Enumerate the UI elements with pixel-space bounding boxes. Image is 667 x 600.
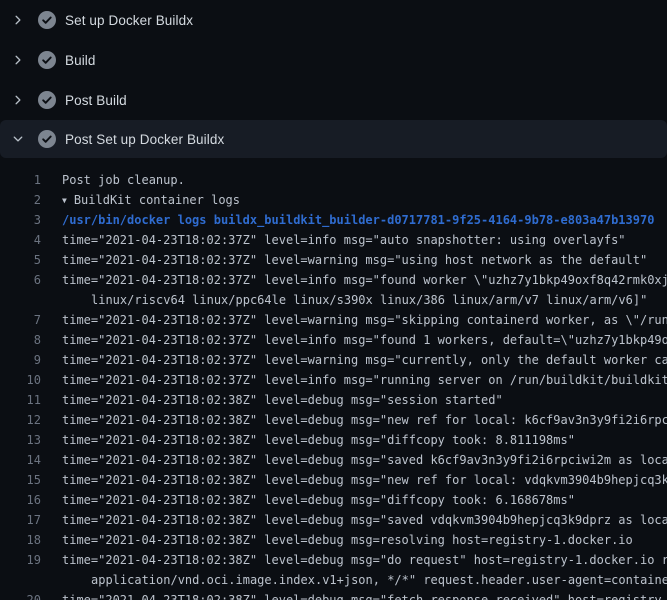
log-line: 14time="2021-04-23T18:02:38Z" level=debu… xyxy=(0,450,667,470)
log-line: 16time="2021-04-23T18:02:38Z" level=debu… xyxy=(0,490,667,510)
step-label: Build xyxy=(65,53,96,68)
log-line: 12time="2021-04-23T18:02:38Z" level=debu… xyxy=(0,410,667,430)
step-row-post-build[interactable]: Post Build xyxy=(0,80,667,120)
log-line: 1Post job cleanup. xyxy=(0,170,667,190)
log-text: time="2021-04-23T18:02:37Z" level=info m… xyxy=(41,230,626,250)
log-line: 11time="2021-04-23T18:02:38Z" level=debu… xyxy=(0,390,667,410)
chevron-right-icon[interactable] xyxy=(12,94,24,106)
log-text: time="2021-04-23T18:02:37Z" level=info m… xyxy=(41,370,667,390)
log-text: linux/riscv64 linux/ppc64le linux/s390x … xyxy=(41,290,647,310)
log-line-number[interactable]: 3 xyxy=(0,210,41,230)
log-line: 19time="2021-04-23T18:02:38Z" level=debu… xyxy=(0,550,667,570)
log-text: application/vnd.oci.image.index.v1+json,… xyxy=(41,570,667,590)
log-command-text: /usr/bin/docker logs buildx_buildkit_bui… xyxy=(41,210,654,230)
log-text: time="2021-04-23T18:02:37Z" level=warnin… xyxy=(41,250,647,270)
log-line-number[interactable]: 15 xyxy=(0,470,41,490)
log-line-number[interactable]: 12 xyxy=(0,410,41,430)
check-circle-icon xyxy=(38,91,56,109)
log-line: 5time="2021-04-23T18:02:37Z" level=warni… xyxy=(0,250,667,270)
log-text: time="2021-04-23T18:02:38Z" level=debug … xyxy=(41,530,633,550)
log-line-number[interactable]: 1 xyxy=(0,170,41,190)
log-line: 13time="2021-04-23T18:02:38Z" level=debu… xyxy=(0,430,667,450)
log-text: time="2021-04-23T18:02:38Z" level=debug … xyxy=(41,550,667,570)
log-line-number xyxy=(0,570,41,590)
log-group-title[interactable]: ▼ BuildKit container logs xyxy=(41,190,240,210)
log-text: time="2021-04-23T18:02:38Z" level=debug … xyxy=(41,490,575,510)
check-circle-icon xyxy=(38,130,56,148)
log-text: time="2021-04-23T18:02:38Z" level=debug … xyxy=(41,390,503,410)
log-line-continuation: linux/riscv64 linux/ppc64le linux/s390x … xyxy=(0,290,667,310)
log-line-number[interactable]: 17 xyxy=(0,510,41,530)
log-line-number[interactable]: 8 xyxy=(0,330,41,350)
log-text: time="2021-04-23T18:02:38Z" level=debug … xyxy=(41,470,667,490)
log-line-number[interactable]: 14 xyxy=(0,450,41,470)
log-line: 20time="2021-04-23T18:02:38Z" level=debu… xyxy=(0,590,667,600)
log-line-number[interactable]: 2 xyxy=(0,190,41,210)
log-text: time="2021-04-23T18:02:37Z" level=info m… xyxy=(41,270,667,290)
step-row-build[interactable]: Build xyxy=(0,40,667,80)
log-line-number[interactable]: 16 xyxy=(0,490,41,510)
check-circle-icon xyxy=(38,11,56,29)
log-line-number[interactable]: 5 xyxy=(0,250,41,270)
log-group-label: BuildKit container logs xyxy=(74,193,240,207)
log-line-continuation: application/vnd.oci.image.index.v1+json,… xyxy=(0,570,667,590)
log-line: 2 ▼ BuildKit container logs xyxy=(0,190,667,210)
chevron-down-icon[interactable] xyxy=(12,133,24,145)
chevron-right-icon[interactable] xyxy=(12,54,24,66)
log-line-number[interactable]: 6 xyxy=(0,270,41,290)
log-line: 8time="2021-04-23T18:02:37Z" level=info … xyxy=(0,330,667,350)
log-line-number[interactable]: 20 xyxy=(0,590,41,600)
chevron-right-icon[interactable] xyxy=(12,14,24,26)
step-label: Post Set up Docker Buildx xyxy=(65,132,224,147)
log-line: 9time="2021-04-23T18:02:37Z" level=warni… xyxy=(0,350,667,370)
log-text: time="2021-04-23T18:02:37Z" level=warnin… xyxy=(41,350,667,370)
log-line-number[interactable]: 13 xyxy=(0,430,41,450)
log-line: 10time="2021-04-23T18:02:37Z" level=info… xyxy=(0,370,667,390)
log-line-number[interactable]: 19 xyxy=(0,550,41,570)
step-row-post-set-up-docker-buildx[interactable]: Post Set up Docker Buildx xyxy=(0,120,667,158)
log-text: time="2021-04-23T18:02:37Z" level=warnin… xyxy=(41,310,667,330)
log-text: time="2021-04-23T18:02:38Z" level=debug … xyxy=(41,450,667,470)
step-label: Post Build xyxy=(65,93,127,108)
log-line: 3/usr/bin/docker logs buildx_buildkit_bu… xyxy=(0,210,667,230)
log-panel: 1Post job cleanup.2 ▼ BuildKit container l… xyxy=(0,158,667,600)
log-text: time="2021-04-23T18:02:38Z" level=debug … xyxy=(41,430,575,450)
group-collapse-icon[interactable]: ▼ xyxy=(62,191,67,210)
step-label: Set up Docker Buildx xyxy=(65,13,193,28)
log-text: time="2021-04-23T18:02:38Z" level=debug … xyxy=(41,510,667,530)
log-text: time="2021-04-23T18:02:38Z" level=debug … xyxy=(41,590,667,600)
log-line-number[interactable]: 18 xyxy=(0,530,41,550)
log-line: 7time="2021-04-23T18:02:37Z" level=warni… xyxy=(0,310,667,330)
log-line: 18time="2021-04-23T18:02:38Z" level=debu… xyxy=(0,530,667,550)
check-circle-icon xyxy=(38,51,56,69)
log-line-number[interactable]: 7 xyxy=(0,310,41,330)
step-row-set-up-docker-buildx[interactable]: Set up Docker Buildx xyxy=(0,0,667,40)
log-line: 4time="2021-04-23T18:02:37Z" level=info … xyxy=(0,230,667,250)
log-line-number[interactable]: 11 xyxy=(0,390,41,410)
log-text: time="2021-04-23T18:02:38Z" level=debug … xyxy=(41,410,667,430)
log-text: time="2021-04-23T18:02:37Z" level=info m… xyxy=(41,330,667,350)
log-line: 17time="2021-04-23T18:02:38Z" level=debu… xyxy=(0,510,667,530)
log-line-number[interactable]: 4 xyxy=(0,230,41,250)
log-line: 6time="2021-04-23T18:02:37Z" level=info … xyxy=(0,270,667,290)
log-line-number xyxy=(0,290,41,310)
log-line: 15time="2021-04-23T18:02:38Z" level=debu… xyxy=(0,470,667,490)
log-line-number[interactable]: 10 xyxy=(0,370,41,390)
log-line-number[interactable]: 9 xyxy=(0,350,41,370)
log-text: Post job cleanup. xyxy=(41,170,185,190)
step-list: Set up Docker Buildx Build Post Build xyxy=(0,0,667,158)
actions-log-viewer: Set up Docker Buildx Build Post Build xyxy=(0,0,667,600)
